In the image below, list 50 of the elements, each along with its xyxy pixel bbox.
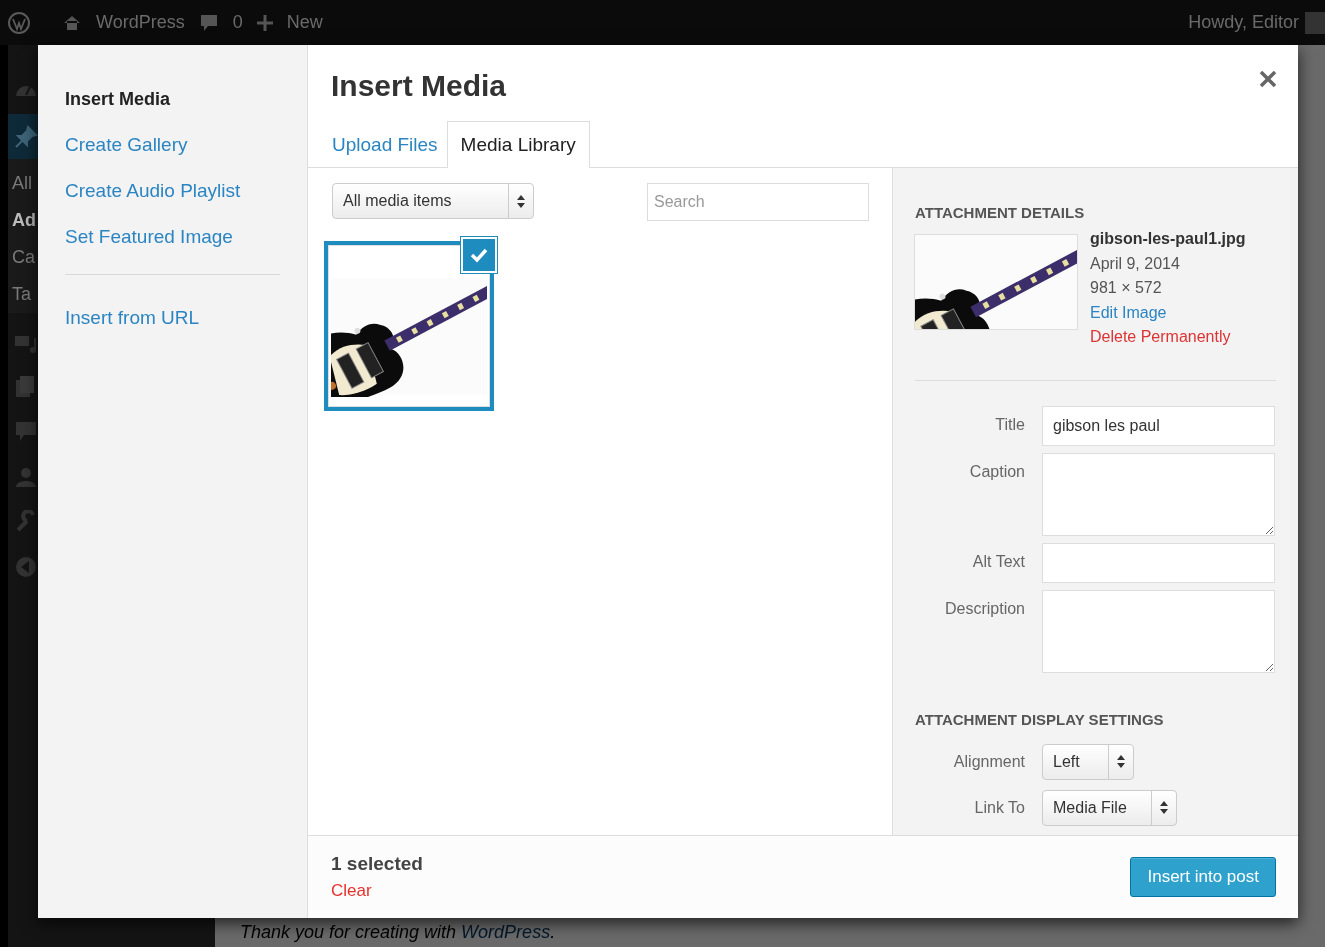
site-name-link[interactable]: WordPress	[96, 12, 185, 33]
updown-arrows-icon	[1117, 755, 1125, 768]
comment-count[interactable]: 0	[232, 12, 243, 33]
admin-submenu-link[interactable]: All	[12, 173, 32, 194]
clear-link[interactable]: Clear	[331, 881, 423, 901]
footer-text: Thank you for creating with WordPress.	[239, 922, 556, 944]
wrench-icon	[14, 509, 38, 534]
tab[interactable]: Upload Files	[323, 121, 447, 168]
edit-image-link[interactable]: Edit Image	[1090, 300, 1246, 325]
tab[interactable]: Media Library	[446, 121, 590, 168]
admin-submenu-link[interactable]: Ca	[12, 247, 35, 268]
wordpress-link[interactable]: WordPress	[461, 922, 551, 942]
selection-count: 1 selected	[331, 853, 423, 875]
menu-link[interactable]: Insert from URL	[65, 295, 280, 341]
new-link[interactable]: New	[286, 12, 323, 33]
modal-title: Insert Media	[331, 69, 507, 104]
filename: gibson-les-paul1.jpg	[1090, 229, 1246, 249]
field-label: Alt Text	[971, 551, 1025, 571]
pushpin-icon	[14, 124, 38, 149]
field-label: Caption	[968, 461, 1025, 481]
image-dimensions: 981 × 572	[1090, 278, 1163, 298]
insert-into-post-button[interactable]: Insert into post	[1130, 857, 1276, 897]
input-field[interactable]	[1042, 542, 1275, 583]
input-field[interactable]: gibson les paul	[1042, 405, 1275, 446]
updown-arrows-icon	[517, 194, 525, 208]
search-field[interactable]: Search	[647, 183, 869, 221]
upload-date: April 9, 2014	[1090, 253, 1181, 274]
greeting-link[interactable]: Howdy, Editor	[1188, 12, 1299, 33]
section-heading: ATTACHMENT DETAILS	[915, 204, 1086, 221]
setting-label: Alignment	[952, 752, 1025, 771]
menu-link[interactable]: Insert Media	[65, 76, 280, 122]
updown-arrows-icon	[1159, 801, 1168, 814]
admin-submenu-link[interactable]: Ta	[12, 284, 31, 305]
avatar-icon	[1305, 11, 1325, 34]
admin-submenu-link[interactable]: Ad	[12, 210, 36, 231]
setting-dropdown[interactable]: Left	[1042, 743, 1134, 780]
comment-bubble-icon	[198, 12, 219, 33]
setting-label: Link To	[973, 798, 1025, 817]
delete-permanently-link[interactable]: Delete Permanently	[1090, 325, 1246, 350]
menu-link[interactable]: Create Gallery	[65, 122, 280, 168]
setting-dropdown[interactable]: Media File	[1042, 789, 1177, 826]
checkmark-button[interactable]	[461, 237, 497, 273]
section-heading: ATTACHMENT DISPLAY SETTINGS	[915, 710, 1165, 728]
menu-link[interactable]: Set Featured Image	[65, 214, 280, 260]
plus-icon	[256, 13, 273, 32]
media-filter-dropdown[interactable]: All media items	[332, 183, 534, 219]
field-label: Title	[994, 414, 1025, 434]
menu-link[interactable]: Create Audio Playlist	[65, 168, 280, 214]
wordpress-logo-icon	[8, 11, 30, 34]
field-label: Description	[943, 598, 1025, 618]
